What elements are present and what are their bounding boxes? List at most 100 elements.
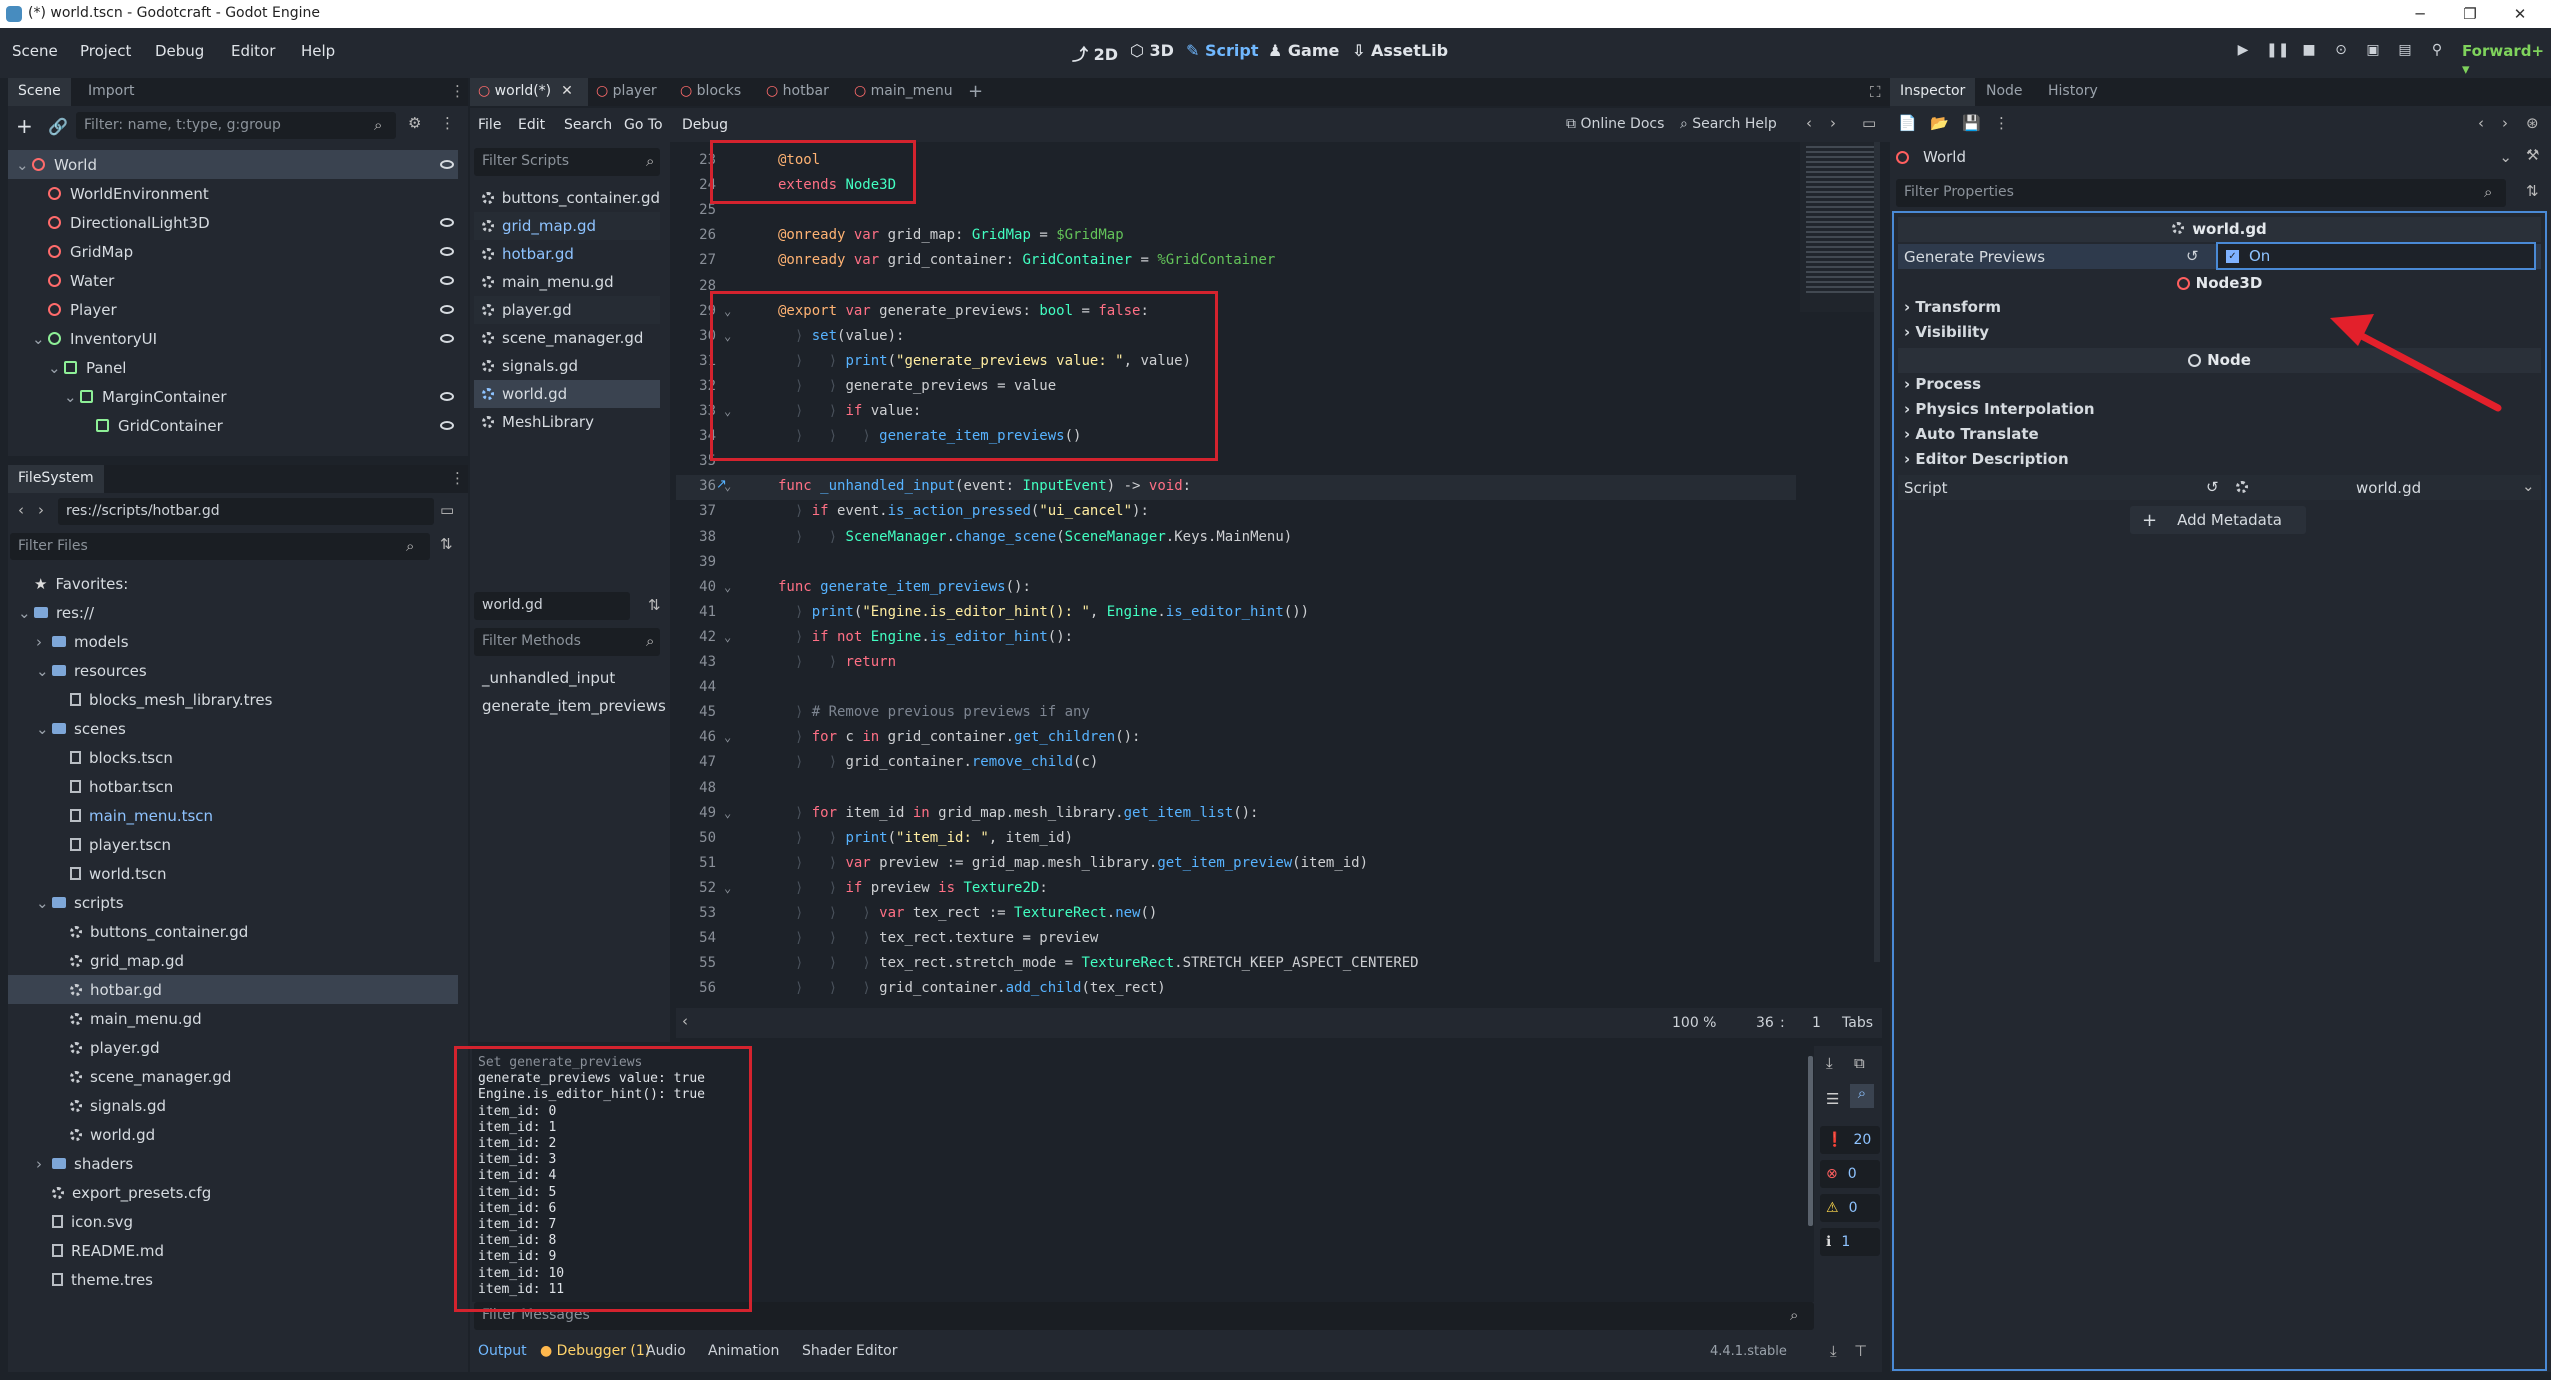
script-list-item[interactable]: buttons_container.gd xyxy=(474,184,660,212)
section-transform[interactable]: › Transform xyxy=(1904,298,2001,316)
script-menu-debug[interactable]: Debug xyxy=(682,117,728,133)
forward-icon[interactable]: › xyxy=(38,501,44,519)
dock-menu-icon[interactable]: ⋮ xyxy=(450,82,465,100)
prev-script-icon[interactable]: ‹ xyxy=(1806,114,1812,132)
next-script-icon[interactable]: › xyxy=(1830,114,1836,132)
menu-editor[interactable]: Editor xyxy=(231,42,275,60)
tree-arrow-icon[interactable]: ⌄ xyxy=(64,388,77,406)
visibility-eye-icon[interactable] xyxy=(440,247,454,256)
scene-node-inventoryui[interactable]: ⌄ InventoryUI xyxy=(8,324,458,353)
fs-item[interactable]: blocks.tscn xyxy=(8,743,458,772)
play-icon[interactable]: ▶ xyxy=(2232,42,2254,64)
history-back-icon[interactable]: ‹ xyxy=(2478,114,2484,132)
add-metadata-button[interactable]: + Add Metadata xyxy=(2130,506,2306,534)
script-menu-edit[interactable]: Edit xyxy=(518,117,545,133)
script-list-item[interactable]: main_menu.gd xyxy=(474,268,660,296)
filter-properties-input[interactable]: Filter Properties xyxy=(1896,179,2506,207)
fs-item[interactable]: ⌄ res:// xyxy=(8,598,458,627)
tree-arrow-icon[interactable]: ⌄ xyxy=(18,604,31,622)
script-resource-value[interactable]: world.gd xyxy=(2356,479,2421,497)
tab-filesystem[interactable]: FileSystem xyxy=(8,465,104,493)
section-editor-description[interactable]: › Editor Description xyxy=(1904,450,2069,468)
close-window-icon[interactable]: ✕ xyxy=(2508,2,2532,26)
script-menu-go-to[interactable]: Go To xyxy=(624,117,663,133)
tab-inspector[interactable]: Inspector xyxy=(1890,78,1976,106)
revert-icon[interactable]: ↺ xyxy=(2186,247,2199,265)
fs-item[interactable]: player.tscn xyxy=(8,830,458,859)
script-tab[interactable]: ○ player xyxy=(588,78,672,106)
toggle-scripts-panel-icon[interactable]: ‹ xyxy=(682,1012,688,1030)
object-selector[interactable]: World ⌄ xyxy=(1896,144,2512,170)
movie-icon[interactable]: ⚲ xyxy=(2426,42,2448,64)
workspace-3d[interactable]: ⬡ 3D xyxy=(1130,41,1174,60)
fs-item[interactable]: README.md xyxy=(8,1236,458,1265)
method-list-item[interactable]: _unhandled_input xyxy=(474,664,660,692)
tree-arrow-icon[interactable]: › xyxy=(36,1155,42,1173)
tab-import[interactable]: Import xyxy=(88,83,134,99)
script-list-item[interactable]: grid_map.gd xyxy=(474,212,660,240)
script-tab[interactable]: ○ blocks xyxy=(672,78,758,106)
chevron-down-icon[interactable]: ⌄ xyxy=(2522,477,2535,495)
copy-output-icon[interactable]: ⧉ xyxy=(1854,1054,1865,1072)
sort-methods-icon[interactable]: ⇅ xyxy=(648,596,661,614)
visibility-eye-icon[interactable] xyxy=(440,160,454,169)
property-options-icon[interactable]: ⇅ xyxy=(2526,182,2539,200)
script-list-item[interactable]: MeshLibrary xyxy=(474,408,660,436)
workspace-2d[interactable]: ⤴ 2D xyxy=(1072,41,1118,65)
filter-methods-input[interactable]: Filter Methods xyxy=(474,628,660,656)
bottom-tab-2[interactable]: Audio xyxy=(646,1343,686,1359)
code-editor[interactable]: ↗ 23 @tool 24 extends Node3D 25 26 @onready va… xyxy=(676,142,1882,1008)
history-forward-icon[interactable]: › xyxy=(2502,114,2508,132)
inspector-menu-icon[interactable]: ⋮ xyxy=(1994,114,2009,132)
sort-icon[interactable]: ⇅ xyxy=(440,535,453,553)
method-list-item[interactable]: generate_item_previews xyxy=(474,692,666,720)
fs-item[interactable]: main_menu.tscn xyxy=(8,801,458,830)
search-help-button[interactable]: ⌕ Search Help xyxy=(1680,116,1777,132)
section-process[interactable]: › Process xyxy=(1904,375,1981,393)
tree-arrow-icon[interactable]: ⌄ xyxy=(32,330,45,348)
tab-history[interactable]: History xyxy=(2048,83,2098,99)
stop-icon[interactable]: ■ xyxy=(2298,42,2320,64)
warnings-filter-button[interactable]: ⚠ 0 xyxy=(1820,1194,1880,1222)
pin-icon[interactable]: ⤓ xyxy=(1830,1342,1837,1360)
visibility-eye-icon[interactable] xyxy=(440,276,454,285)
dock-menu-icon[interactable]: ⋮ xyxy=(450,469,465,487)
tree-arrow-icon[interactable]: › xyxy=(36,633,42,651)
toggle-panel-icon[interactable]: ▭ xyxy=(1862,114,1876,132)
distraction-free-icon[interactable]: ⛶ xyxy=(1870,83,1881,101)
remote-debug-icon[interactable]: ⊙ xyxy=(2330,42,2352,64)
fold-arrow-icon[interactable]: ⌄ xyxy=(724,876,731,901)
fs-item[interactable]: hotbar.gd xyxy=(8,975,458,1004)
fs-item[interactable]: main_menu.gd xyxy=(8,1004,458,1033)
scene-filter-input[interactable]: Filter: name, t:type, g:group xyxy=(76,112,396,139)
scene-node-worldenvironment[interactable]: WorldEnvironment xyxy=(8,179,458,208)
scene-node-water[interactable]: Water xyxy=(8,266,458,295)
fs-item[interactable]: export_presets.cfg xyxy=(8,1178,458,1207)
tab-node[interactable]: Node xyxy=(1986,83,2023,99)
visibility-eye-icon[interactable] xyxy=(440,305,454,314)
menu-scene[interactable]: Scene xyxy=(12,42,58,60)
workspace-game[interactable]: ♟ Game xyxy=(1268,41,1339,60)
split-mode-icon[interactable]: ▭ xyxy=(440,501,454,519)
bottom-tab-4[interactable]: Shader Editor xyxy=(802,1343,897,1359)
revert-icon[interactable]: ↺ xyxy=(2206,478,2219,496)
filter-options-icon[interactable]: ⚙ xyxy=(408,114,421,132)
clear-output-icon[interactable]: ⤓ xyxy=(1826,1054,1833,1072)
section-physics-interpolation[interactable]: › Physics Interpolation xyxy=(1904,400,2095,418)
script-menu-file[interactable]: File xyxy=(478,117,501,133)
section-auto-translate[interactable]: › Auto Translate xyxy=(1904,425,2039,443)
close-tab-icon[interactable]: ✕ xyxy=(561,83,573,99)
fs-item[interactable]: player.gd xyxy=(8,1033,458,1062)
tree-arrow-icon[interactable]: ⌄ xyxy=(16,156,29,174)
fold-arrow-icon[interactable]: ⌄ xyxy=(724,725,731,750)
script-menu-search[interactable]: Search xyxy=(564,117,612,133)
bottom-tab-0[interactable]: Output xyxy=(478,1343,527,1359)
tree-arrow-icon[interactable]: ⌄ xyxy=(36,720,49,738)
pause-icon[interactable]: ❚❚ xyxy=(2266,42,2289,64)
add-node-icon[interactable]: + xyxy=(16,114,33,138)
search-toggle-icon[interactable]: ⌕ xyxy=(1850,1084,1874,1108)
online-docs-button[interactable]: ⧉ Online Docs xyxy=(1566,116,1664,132)
fs-item[interactable]: ★ Favorites: xyxy=(8,569,458,598)
fold-arrow-icon[interactable]: ⌄ xyxy=(724,801,731,826)
tree-arrow-icon[interactable]: ⌄ xyxy=(48,359,61,377)
